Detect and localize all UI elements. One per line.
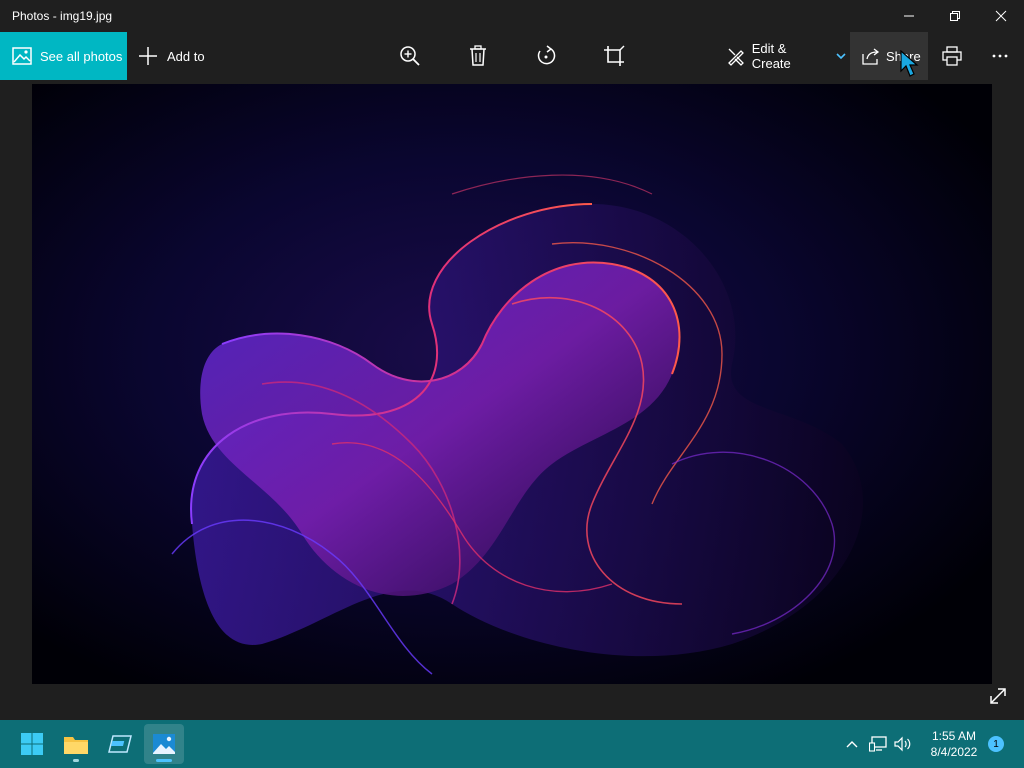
- close-icon: [995, 10, 1007, 22]
- volume-button[interactable]: [893, 734, 913, 754]
- zoom-in-icon: [400, 46, 420, 66]
- start-button[interactable]: [12, 724, 52, 764]
- close-button[interactable]: [978, 0, 1024, 32]
- add-to-label: Add to: [167, 48, 205, 64]
- more-button[interactable]: [980, 32, 1020, 80]
- speaker-icon: [894, 736, 911, 752]
- photo-viewer: [0, 80, 1024, 720]
- running-indicator: [73, 759, 79, 762]
- wallpaper-bloom-image: [32, 84, 992, 684]
- show-hidden-icons-button[interactable]: [842, 734, 862, 754]
- drive-icon: [108, 735, 132, 753]
- notification-badge[interactable]: 1: [988, 736, 1004, 752]
- window-title: Photos - img19.jpg: [12, 9, 113, 23]
- clock-date: 8/4/2022: [930, 745, 978, 759]
- folder-icon: [64, 737, 88, 754]
- expand-icon[interactable]: [988, 686, 1012, 710]
- more-icon: [992, 54, 1008, 58]
- restore-icon: [950, 11, 960, 21]
- file-explorer-button[interactable]: [56, 724, 96, 764]
- print-button[interactable]: [932, 32, 972, 80]
- crop-button[interactable]: [594, 32, 634, 80]
- add-to-button[interactable]: Add to: [138, 32, 210, 80]
- printer-icon: [942, 46, 962, 66]
- photos-app-button[interactable]: [144, 724, 184, 764]
- zoom-button[interactable]: [390, 32, 430, 80]
- plus-icon: [139, 47, 157, 65]
- see-all-photos-label: See all photos: [40, 48, 123, 64]
- active-indicator: [156, 759, 172, 762]
- share-icon: [862, 48, 880, 65]
- pencil-brush-icon: [728, 48, 744, 66]
- photos-icon: [12, 47, 32, 65]
- clock[interactable]: 1:55 AM 8/4/2022: [918, 728, 990, 760]
- photo-image[interactable]: [32, 84, 992, 684]
- title-bar: Photos - img19.jpg: [0, 0, 1024, 32]
- rotate-button[interactable]: [526, 32, 566, 80]
- windows-start-icon: [21, 733, 43, 755]
- mouse-cursor-icon: [900, 50, 919, 77]
- toolbar: See all photos Add to Edit & Create: [0, 32, 1024, 80]
- edit-create-label: Edit & Create: [751, 41, 791, 71]
- rotate-icon: [537, 45, 556, 65]
- crop-icon: [604, 45, 625, 66]
- restore-button[interactable]: [932, 0, 978, 32]
- delete-button[interactable]: [458, 32, 498, 80]
- edit-create-button[interactable]: Edit & Create: [720, 32, 846, 80]
- minimize-icon: [904, 15, 914, 17]
- chevron-down-icon: [836, 53, 846, 60]
- clock-time: 1:55 AM: [931, 729, 977, 743]
- chevron-up-icon: [846, 741, 858, 748]
- see-all-photos-button[interactable]: See all photos: [0, 32, 127, 80]
- photos-app-icon: [153, 734, 175, 754]
- storage-app-button[interactable]: [100, 724, 140, 764]
- network-button[interactable]: [868, 734, 888, 754]
- minimize-button[interactable]: [886, 0, 932, 32]
- taskbar: 1:55 AM 8/4/2022: [0, 720, 1024, 768]
- network-icon: [869, 736, 887, 752]
- trash-icon: [470, 45, 486, 66]
